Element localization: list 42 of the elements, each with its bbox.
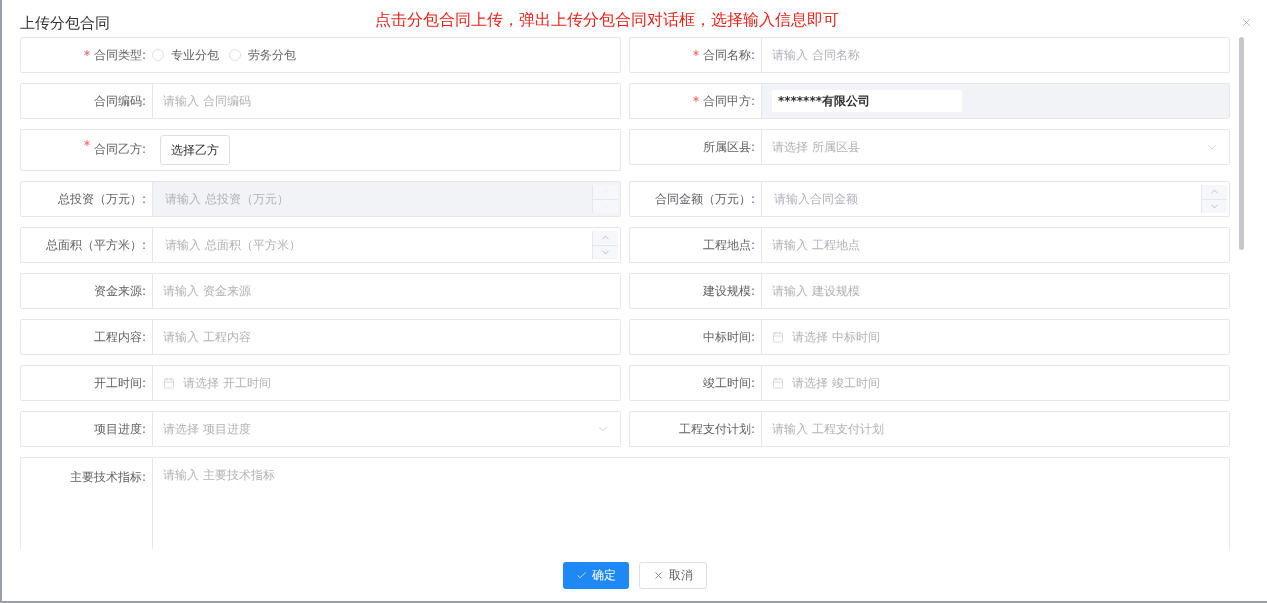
radio-option[interactable]: 劳务分包 <box>229 46 296 64</box>
field-label: 主要技术指标: <box>69 469 146 486</box>
field-label: 资金来源: <box>93 283 146 300</box>
field-value: *******有限公司 <box>772 90 962 112</box>
field-label: 建设规模: <box>702 283 755 300</box>
number-field[interactable]: 请输入合同金额 <box>761 182 1229 216</box>
field-label: 总面积（平方米）: <box>45 237 146 254</box>
field-label: 所属区县: <box>702 139 755 156</box>
select-field[interactable]: 请选择 所属区县 <box>761 130 1229 164</box>
field-label: 工程内容: <box>93 329 146 346</box>
confirm-button[interactable]: 确定 <box>562 561 629 589</box>
close-icon <box>1240 16 1253 29</box>
radio-option[interactable]: 专业分包 <box>152 46 219 64</box>
close-button[interactable] <box>1240 16 1253 29</box>
dialog-title: 上传分包合同 <box>20 13 110 34</box>
check-icon <box>575 569 587 581</box>
field-label: 工程地点: <box>702 237 755 254</box>
field-label: 总投资（万元）: <box>57 191 146 208</box>
field-label: 中标时间: <box>702 329 755 346</box>
date-field[interactable]: 请选择 开工时间 <box>152 366 620 400</box>
date-field[interactable]: 请选择 竣工时间 <box>761 366 1229 400</box>
field-label: 开工时间: <box>93 375 146 392</box>
field-label: 合同编码: <box>93 93 146 110</box>
field-label: 合同乙方: <box>93 141 146 158</box>
field-label: 工程支付计划: <box>678 421 755 438</box>
field-label: 竣工时间: <box>702 375 755 392</box>
number-field[interactable]: 请输入 总面积（平方米） <box>152 228 620 262</box>
scrollbar[interactable] <box>1239 37 1244 250</box>
calendar-icon <box>163 377 175 389</box>
field-label: 合同金额（万元）: <box>654 191 755 208</box>
field-label: 合同类型: <box>93 47 146 64</box>
date-field[interactable]: 请选择 中标时间 <box>761 320 1229 354</box>
field-label: 合同甲方: <box>702 93 755 110</box>
cancel-button[interactable]: 取消 <box>638 561 707 589</box>
close-icon <box>652 569 664 581</box>
calendar-icon <box>772 331 784 343</box>
field-label: 合同名称: <box>702 47 755 64</box>
calendar-icon <box>772 377 784 389</box>
field-label: 项目进度: <box>93 421 146 438</box>
select-field[interactable]: 请选择 项目进度 <box>152 412 620 446</box>
select-party-button[interactable]: 选择乙方 <box>160 135 230 165</box>
annotation-text: 点击分包合同上传，弹出上传分包合同对话框，选择输入信息即可 <box>375 9 839 31</box>
